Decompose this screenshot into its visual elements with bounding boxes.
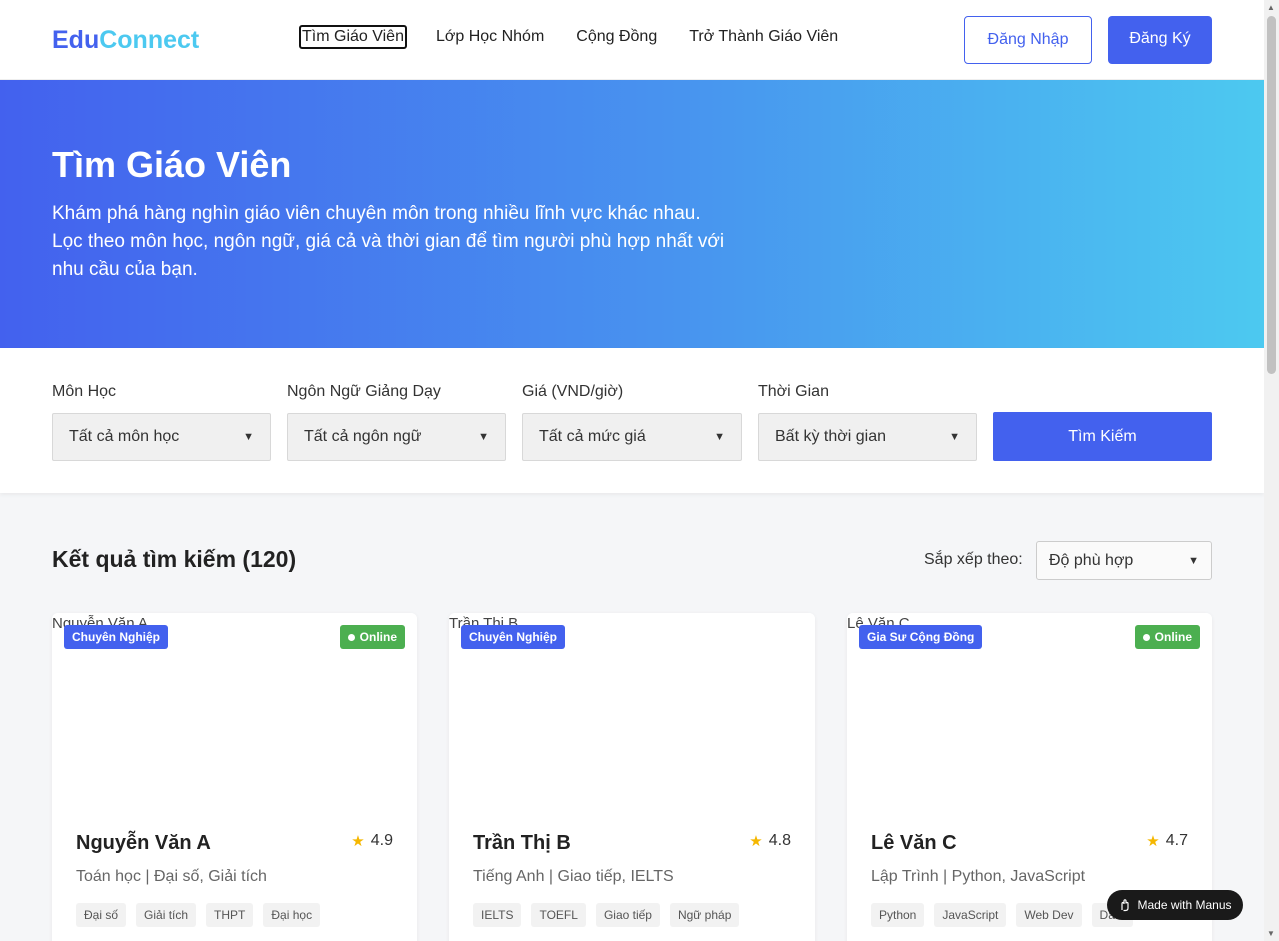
- subject-select-value: Tất cả môn học: [69, 428, 180, 445]
- teacher-tags: Đại số Giải tích THPT Đại học: [76, 903, 330, 927]
- chevron-down-icon: ▼: [949, 431, 960, 443]
- main-nav: Tìm Giáo Viên Lớp Học Nhóm Cộng Đồng Trở…: [299, 25, 867, 49]
- teacher-name: Trần Thị B: [473, 832, 571, 854]
- teacher-rating: ★ 4.7: [1146, 832, 1188, 850]
- nav-link-find-teacher[interactable]: Tìm Giáo Viên: [299, 25, 407, 49]
- teacher-name: Lê Văn C: [871, 832, 957, 854]
- tag: Web Dev: [1016, 903, 1082, 927]
- logo[interactable]: EduConnect: [52, 26, 199, 55]
- nav-link-group-class[interactable]: Lớp Học Nhóm: [433, 25, 547, 49]
- tag: Python: [871, 903, 925, 927]
- star-icon: ★: [351, 833, 365, 850]
- filter-language-label: Ngôn Ngữ Giảng Dạy: [287, 383, 441, 400]
- navbar: EduConnect Tìm Giáo Viên Lớp Học Nhóm Cộ…: [0, 0, 1264, 80]
- language-select[interactable]: Tất cả ngôn ngữ ▼: [287, 413, 506, 461]
- tag: Đại học: [263, 903, 321, 927]
- online-dot-icon: [347, 633, 355, 641]
- rating-value: 4.7: [1165, 832, 1188, 849]
- sort-label: Sắp xếp theo:: [924, 551, 1023, 568]
- teacher-name: Nguyễn Văn A: [76, 832, 211, 854]
- tag: Ngữ pháp: [669, 903, 740, 927]
- tag: Đại số: [76, 903, 127, 927]
- tag: Giải tích: [136, 903, 197, 927]
- online-label: Online: [1154, 630, 1192, 644]
- teacher-subject: Lập Trình | Python, JavaScript: [871, 868, 1086, 885]
- filter-time-label: Thời Gian: [758, 383, 829, 400]
- time-select-value: Bất kỳ thời gian: [775, 428, 886, 445]
- manus-hand-icon: [1121, 899, 1130, 912]
- hero-banner: Tìm Giáo Viên Khám phá hàng nghìn giáo v…: [0, 80, 1264, 348]
- star-icon: ★: [749, 833, 763, 850]
- tag: JavaScript: [934, 903, 1007, 927]
- teacher-rating: ★ 4.9: [351, 832, 393, 850]
- online-badge: Online: [339, 625, 405, 649]
- star-icon: ★: [1146, 833, 1160, 850]
- teacher-card[interactable]: Nguyễn Văn A Chuyên Nghiệp Online Nguyễn…: [52, 613, 417, 941]
- scrollbar-thumb[interactable]: [1267, 16, 1276, 374]
- teacher-tags: IELTS TOEFL Giao tiếp Ngữ pháp: [473, 903, 749, 927]
- online-dot-icon: [1142, 633, 1150, 641]
- teacher-card[interactable]: Trần Thị B Chuyên Nghiệp Trần Thị B ★ 4.8…: [449, 613, 815, 941]
- chevron-down-icon: ▼: [478, 431, 489, 443]
- subject-select[interactable]: Tất cả môn học ▼: [52, 413, 271, 461]
- chevron-down-icon: ▼: [714, 431, 725, 443]
- rating-value: 4.9: [370, 832, 393, 849]
- tag: THPT: [206, 903, 254, 927]
- nav-link-become-teacher[interactable]: Trở Thành Giáo Viên: [686, 25, 841, 49]
- teacher-type-badge: Gia Sư Cộng Đồng: [859, 625, 983, 649]
- chevron-down-icon: ▼: [1188, 554, 1199, 567]
- filter-time: Thời Gian Bất kỳ thời gian ▼: [758, 383, 977, 461]
- scroll-down-icon[interactable]: ▼: [1267, 929, 1275, 938]
- logo-text-connect: Connect: [99, 26, 200, 54]
- online-badge: Online: [1134, 625, 1200, 649]
- tag: TOEFL: [531, 903, 586, 927]
- logo-text-edu: Edu: [52, 26, 100, 54]
- login-button[interactable]: Đăng Nhập: [964, 16, 1092, 64]
- teacher-photo: Trần Thị B Chuyên Nghiệp: [449, 613, 815, 813]
- teacher-photo: Nguyễn Văn A Chuyên Nghiệp Online: [52, 613, 417, 813]
- time-select[interactable]: Bất kỳ thời gian ▼: [758, 413, 977, 461]
- filter-price: Giá (VND/giờ) Tất cả mức giá ▼: [522, 383, 742, 461]
- manus-badge-label: Made with Manus: [1137, 898, 1232, 912]
- tag: IELTS: [473, 903, 522, 927]
- filter-subject: Môn Học Tất cả môn học ▼: [52, 383, 271, 461]
- made-with-manus-badge[interactable]: Made with Manus: [1107, 890, 1243, 920]
- tag: Giao tiếp: [595, 903, 660, 927]
- chevron-down-icon: ▼: [243, 431, 254, 443]
- page: EduConnect Tìm Giáo Viên Lớp Học Nhóm Cộ…: [0, 0, 1264, 941]
- teacher-subject: Tiếng Anh | Giao tiếp, IELTS: [473, 868, 674, 885]
- teacher-type-badge: Chuyên Nghiệp: [461, 625, 566, 649]
- register-button[interactable]: Đăng Ký: [1108, 16, 1212, 64]
- teacher-type-badge: Chuyên Nghiệp: [64, 625, 169, 649]
- filter-subject-label: Môn Học: [52, 383, 117, 400]
- filter-language: Ngôn Ngữ Giảng Dạy Tất cả ngôn ngữ ▼: [287, 383, 506, 461]
- search-button[interactable]: Tìm Kiếm: [993, 412, 1212, 461]
- filter-price-label: Giá (VND/giờ): [522, 383, 624, 400]
- filter-bar: Môn Học Tất cả môn học ▼ Ngôn Ngữ Giảng …: [0, 348, 1264, 493]
- teacher-tags: Python JavaScript Web Dev Data: [871, 903, 1143, 927]
- language-select-value: Tất cả ngôn ngữ: [304, 428, 422, 445]
- page-title: Tìm Giáo Viên: [52, 144, 292, 185]
- scroll-up-icon[interactable]: ▲: [1267, 3, 1275, 12]
- sort-select[interactable]: Độ phù hợp ▼: [1036, 541, 1212, 580]
- rating-value: 4.8: [768, 832, 791, 849]
- sort-select-value: Độ phù hợp: [1049, 551, 1134, 569]
- teacher-subject: Toán học | Đại số, Giải tích: [76, 868, 267, 885]
- price-select-value: Tất cả mức giá: [539, 428, 646, 445]
- nav-link-community[interactable]: Cộng Đồng: [573, 25, 660, 49]
- teacher-photo: Lê Văn C Gia Sư Cộng Đồng Online: [847, 613, 1212, 813]
- results-title: Kết quả tìm kiếm (120): [52, 546, 297, 572]
- scrollbar[interactable]: ▲ ▼: [1264, 0, 1279, 941]
- price-select[interactable]: Tất cả mức giá ▼: [522, 413, 742, 461]
- hero-description: Khám phá hàng nghìn giáo viên chuyên môn…: [52, 203, 725, 280]
- teacher-rating: ★ 4.8: [749, 832, 791, 850]
- online-label: Online: [359, 630, 397, 644]
